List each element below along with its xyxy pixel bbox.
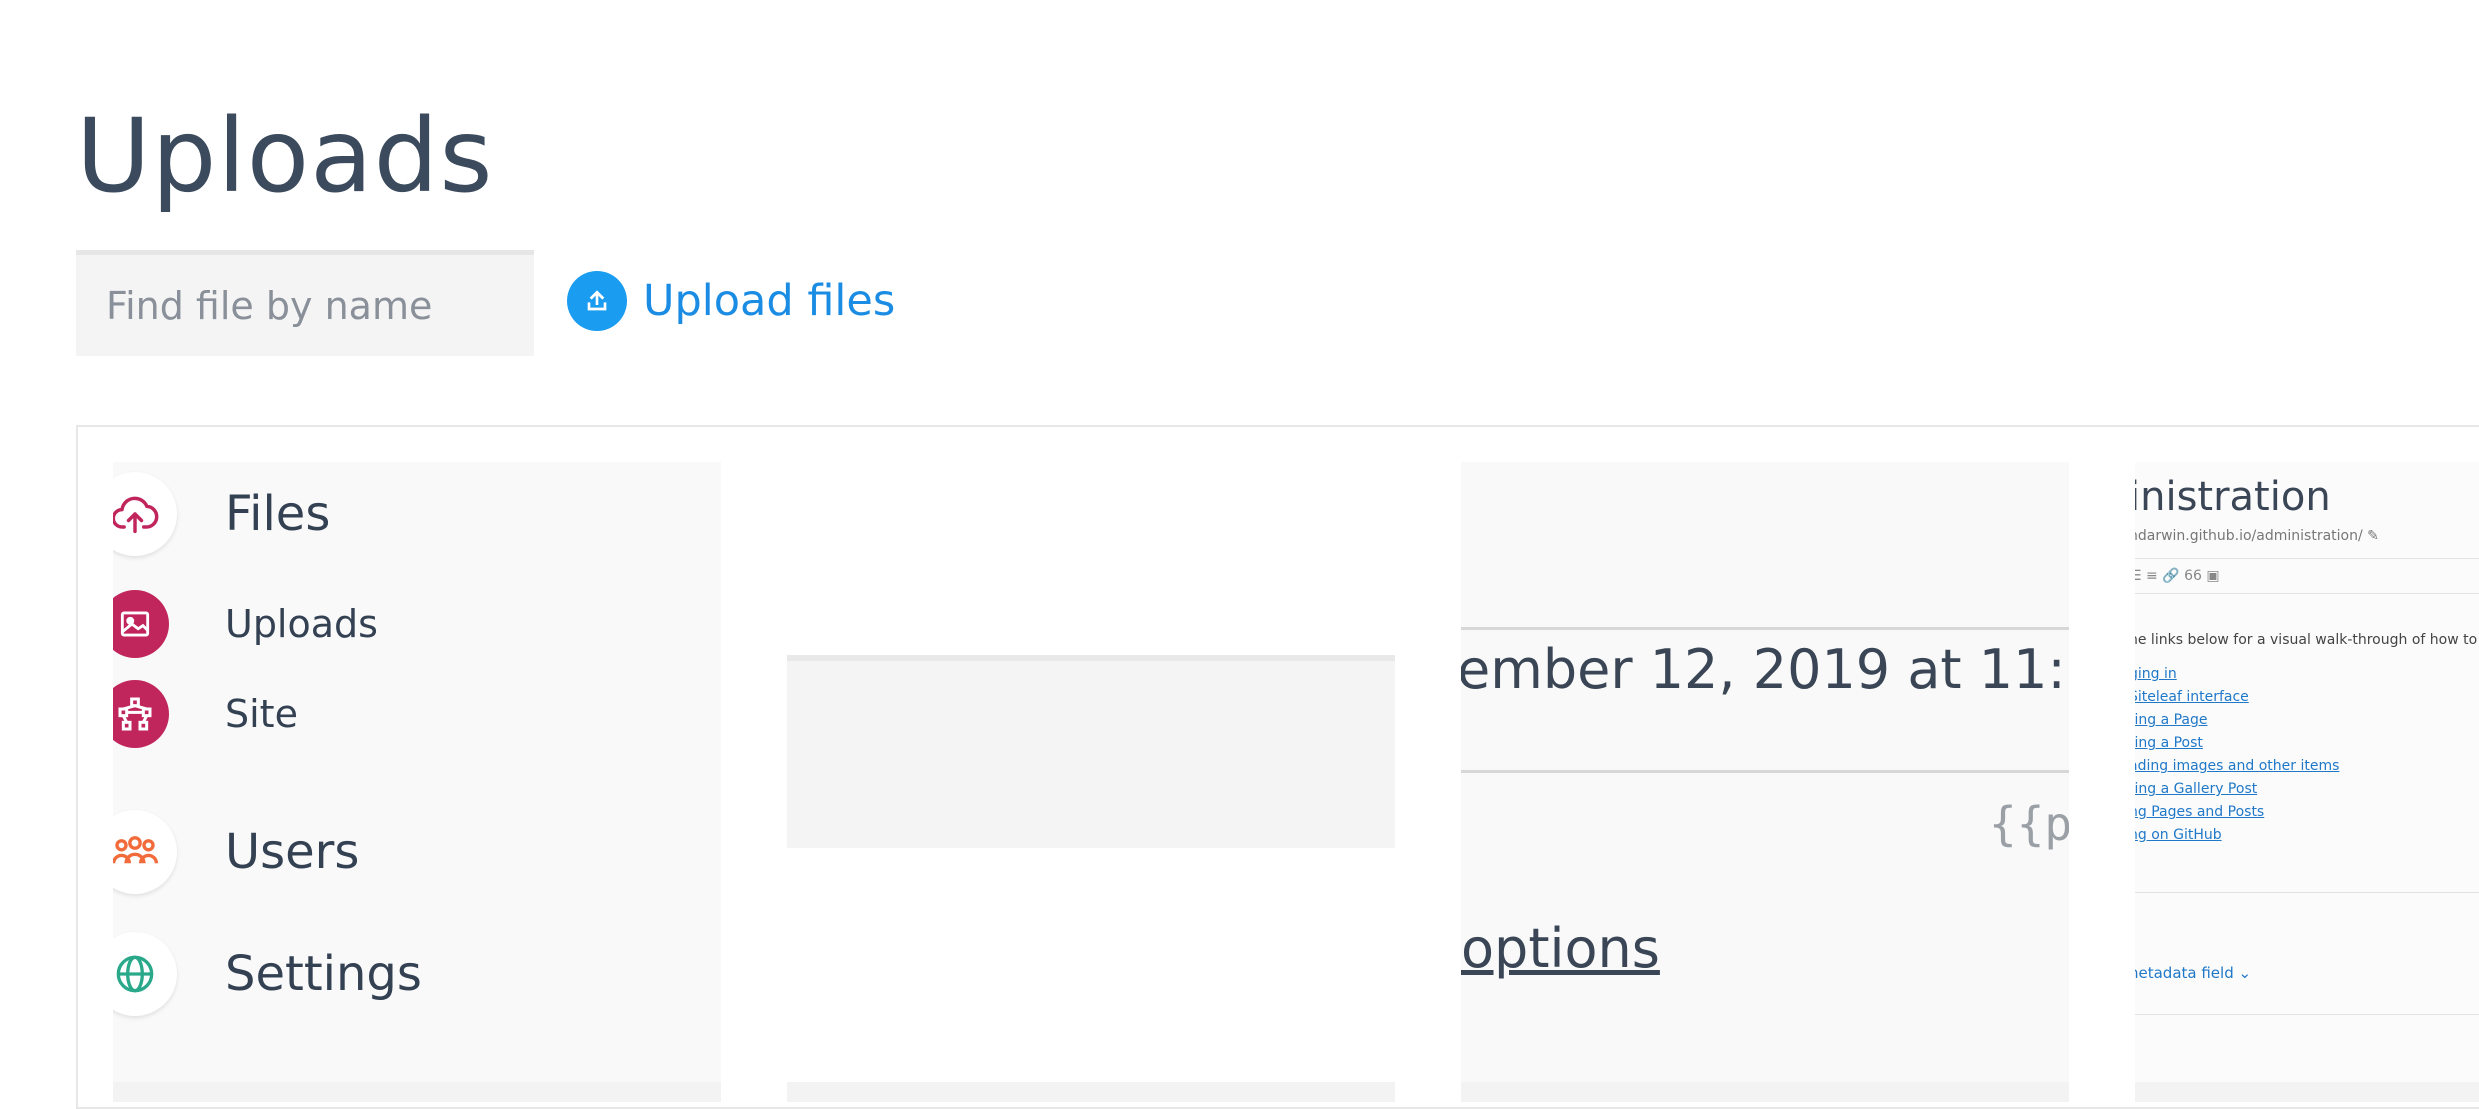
nav-uploads-label: Uploads [225, 602, 378, 646]
globe-icon [113, 932, 177, 1016]
divider [2135, 1014, 2479, 1015]
file-caption [113, 1082, 721, 1102]
nav-site-label: Site [225, 692, 298, 736]
upload-files-label: Upload files [643, 276, 896, 326]
thumbnail-link: ting a Post [2135, 735, 2203, 751]
uploads-grid: Files Uploads Site Users Settings ember … [76, 425, 2479, 1109]
site-tree-icon [113, 680, 169, 748]
file-caption [787, 1082, 1395, 1102]
image-icon [113, 590, 169, 658]
file-tile[interactable]: inistration ndarwin.github.io/administra… [2135, 462, 2479, 1102]
thumbnail-link: ting a Page [2135, 712, 2208, 728]
thumbnail-link: ging in [2135, 666, 2177, 682]
upload-icon [567, 271, 627, 331]
file-tile[interactable]: ember 12, 2019 at 11:14pm {{p options [1461, 462, 2069, 1102]
divider [1461, 770, 2069, 773]
upload-files-button[interactable]: Upload files [567, 271, 895, 331]
file-tile[interactable] [787, 462, 1395, 1102]
thumbnail-link: ng on GitHub [2135, 827, 2222, 843]
thumbnail-body-text: ne links below for a visual walk-through… [2135, 632, 2479, 648]
file-caption [1461, 1082, 2069, 1102]
nav-site: Site [113, 680, 298, 748]
nav-files: Files [113, 472, 330, 556]
nav-users-label: Users [225, 824, 360, 880]
nav-users: Users [113, 810, 359, 894]
thumbnail-link: Siteleaf interface [2135, 689, 2249, 705]
thumbnail-link: ting a Gallery Post [2135, 781, 2258, 797]
thumbnail-link: ng Pages and Posts [2135, 804, 2265, 820]
page-title: Uploads [76, 97, 494, 217]
thumbnail-link: ading images and other items [2135, 758, 2340, 774]
thumbnail-date-text: ember 12, 2019 at 11:14pm [1461, 638, 2069, 701]
nav-settings-label: Settings [225, 946, 422, 1002]
file-tile[interactable]: Files Uploads Site Users Settings [113, 462, 721, 1102]
search-input[interactable] [76, 250, 534, 356]
cloud-upload-icon [113, 472, 177, 556]
thumbnail-title: inistration [2135, 474, 2331, 520]
users-icon [113, 810, 177, 894]
thumbnail-code-text: {{p [1989, 797, 2069, 851]
input-thumbnail [787, 655, 1395, 848]
thumbnail-toolbar: ☰ ≡ 🔗 66 ▣ [2135, 558, 2479, 594]
thumbnail-options-text: options [1461, 917, 1660, 980]
file-caption [2135, 1082, 2479, 1102]
nav-uploads: Uploads [113, 590, 378, 658]
nav-files-label: Files [225, 486, 331, 542]
nav-settings: Settings [113, 932, 422, 1016]
divider [2135, 892, 2479, 893]
thumbnail-url: ndarwin.github.io/administration/ ✎ [2135, 528, 2379, 544]
thumbnail-metadata-link: netadata field ⌄ [2135, 964, 2252, 982]
divider [1461, 627, 2069, 630]
